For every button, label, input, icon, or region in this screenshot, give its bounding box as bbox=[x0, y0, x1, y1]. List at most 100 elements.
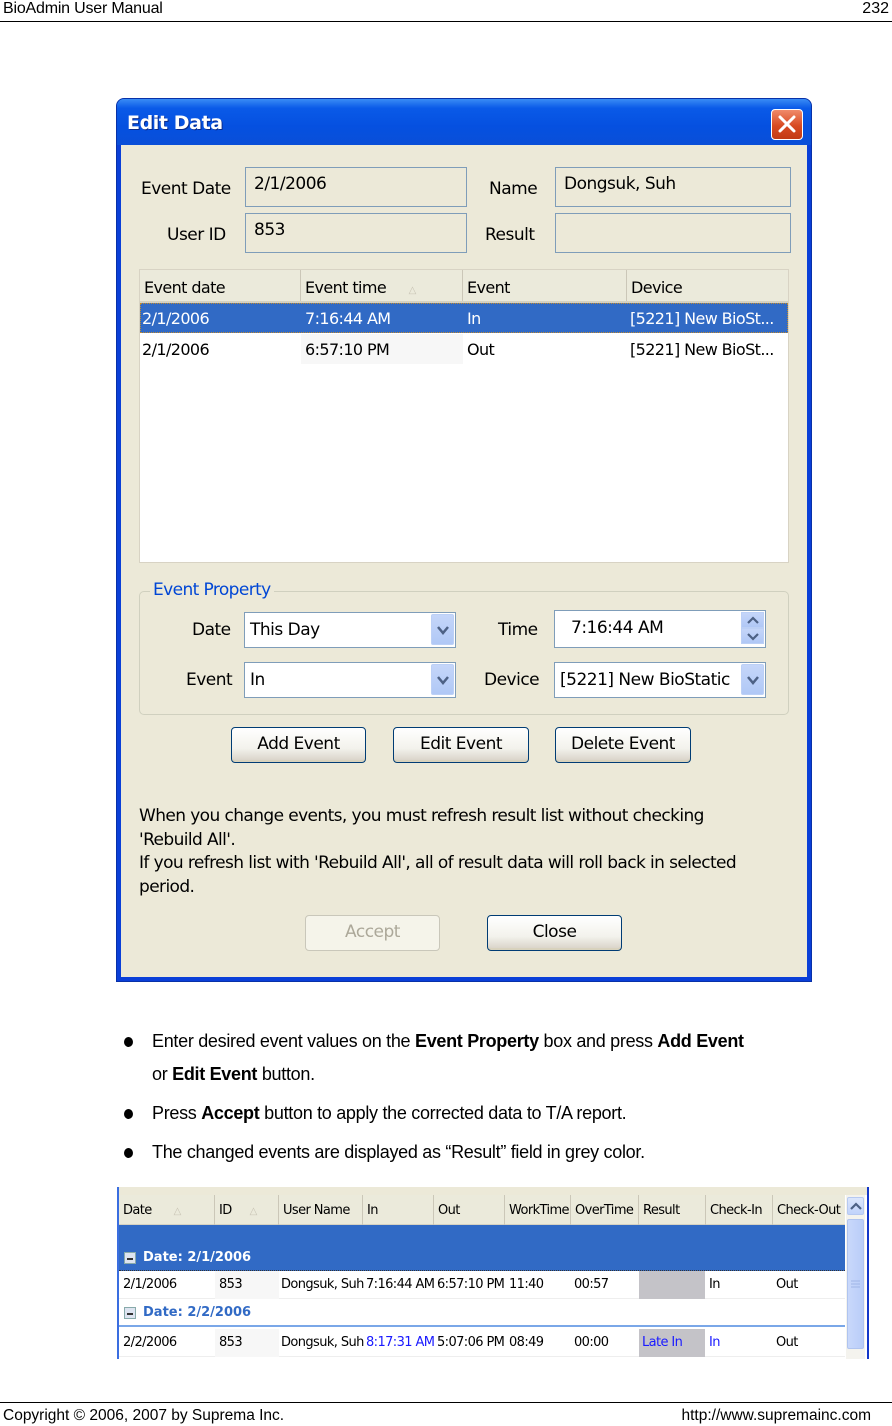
event-label: Event bbox=[186, 670, 233, 690]
result-grid-header: Date △ ID △ User Name In Out WorkTime Over… bbox=[119, 1195, 845, 1225]
event-type-cell: In bbox=[467, 309, 481, 328]
event-type-cell: Out bbox=[467, 340, 495, 359]
date-select[interactable]: This Day bbox=[244, 612, 456, 648]
event-row[interactable]: 2/1/2006 6:57:10 PM Out [5221] New BioSt… bbox=[140, 334, 788, 364]
event-property-legend: Event Property bbox=[150, 580, 274, 600]
event-list-header: Event date Event time △ Event Device bbox=[140, 270, 788, 303]
out-cell: 6:57:10 PM bbox=[437, 1277, 505, 1292]
scroll-up-button[interactable] bbox=[847, 1197, 864, 1215]
website-link[interactable]: http://www.supremainc.com bbox=[681, 1407, 871, 1425]
edit-event-button[interactable]: Edit Event bbox=[393, 727, 529, 763]
scroll-thumb[interactable] bbox=[847, 1219, 864, 1349]
result-cell: Late In bbox=[642, 1335, 683, 1350]
column-header-check-out[interactable]: Check-Out bbox=[773, 1195, 845, 1225]
user-name-cell: Dongsuk, Suh bbox=[281, 1277, 364, 1292]
column-header-out[interactable]: Out bbox=[434, 1195, 505, 1225]
group-label: Date: 2/2/2006 bbox=[143, 1305, 252, 1320]
out-cell: 5:07:06 PM bbox=[437, 1335, 505, 1350]
delete-event-button[interactable]: Delete Event bbox=[555, 727, 691, 763]
column-header-label: Event time bbox=[305, 278, 387, 297]
instruction-text: Enter desired event values on the Event … bbox=[152, 1031, 744, 1084]
event-row[interactable]: 2/1/2006 7:16:44 AM In [5221] New BioSt.… bbox=[140, 303, 788, 333]
column-header-event-date[interactable]: Event date bbox=[140, 270, 301, 301]
grip-icon bbox=[851, 1280, 860, 1288]
column-header-id[interactable]: ID △ bbox=[215, 1195, 279, 1225]
result-label: Result bbox=[485, 225, 535, 245]
time-label: Time bbox=[498, 620, 538, 640]
user-id-field[interactable]: 853 bbox=[245, 213, 467, 253]
sort-ascending-icon: △ bbox=[408, 285, 417, 296]
worktime-cell: 08:49 bbox=[509, 1335, 544, 1350]
event-select[interactable]: In bbox=[244, 662, 456, 698]
close-button[interactable]: Close bbox=[487, 915, 622, 951]
column-header-event[interactable]: Event bbox=[463, 270, 627, 301]
result-field[interactable] bbox=[555, 213, 791, 253]
result-grey-cell bbox=[639, 1271, 705, 1299]
chevron-down-icon bbox=[437, 626, 449, 635]
overtime-cell: 00:00 bbox=[574, 1335, 609, 1350]
bullet-icon bbox=[124, 1037, 133, 1047]
note-line: When you change events, you must refresh… bbox=[139, 806, 704, 826]
time-increment-button[interactable] bbox=[741, 612, 764, 628]
id-cell: 853 bbox=[219, 1277, 243, 1292]
note-line: 'Rebuild All'. bbox=[139, 829, 236, 850]
vertical-scrollbar[interactable] bbox=[846, 1195, 865, 1359]
event-list[interactable]: Event date Event time △ Event Device 2/1… bbox=[139, 269, 789, 563]
instruction-text: The changed events are displayed as “Res… bbox=[152, 1142, 645, 1162]
column-header-overtime[interactable]: OverTime bbox=[571, 1195, 639, 1225]
window-border bbox=[867, 1187, 869, 1359]
name-field[interactable]: Dongsuk, Suh bbox=[555, 167, 791, 207]
chevron-down-icon bbox=[437, 676, 449, 685]
dialog-titlebar[interactable]: Edit Data bbox=[117, 99, 811, 145]
instruction-item: Enter desired event values on the Event … bbox=[124, 1025, 892, 1091]
page-number: 232 bbox=[862, 0, 889, 17]
accept-button[interactable]: Accept bbox=[305, 915, 440, 951]
note-line: period. bbox=[139, 876, 195, 897]
device-label: Device bbox=[484, 670, 540, 690]
time-decrement-button[interactable] bbox=[741, 628, 764, 644]
event-dropdown-button[interactable] bbox=[431, 664, 454, 695]
event-date-field[interactable]: 2/1/2006 bbox=[245, 167, 467, 207]
manual-title: BioAdmin User Manual bbox=[3, 0, 163, 17]
add-event-button[interactable]: Add Event bbox=[231, 727, 366, 763]
column-header-check-in[interactable]: Check-In bbox=[706, 1195, 773, 1225]
event-select-value: In bbox=[250, 670, 265, 690]
user-name-cell: Dongsuk, Suh bbox=[281, 1335, 364, 1350]
page-header: BioAdmin User Manual 232 bbox=[0, 0, 892, 22]
column-header-user-name[interactable]: User Name bbox=[279, 1195, 363, 1225]
device-select[interactable]: [5221] New BioStatic bbox=[554, 662, 766, 698]
table-row[interactable]: 2/2/2006 853 Dongsuk, Suh 8:17:31 AM 5:0… bbox=[119, 1329, 845, 1357]
column-header-event-time[interactable]: Event time △ bbox=[301, 270, 463, 301]
column-header-in[interactable]: In bbox=[363, 1195, 434, 1225]
time-spinner-value: 7:16:44 AM bbox=[571, 618, 664, 638]
close-window-button[interactable] bbox=[771, 109, 803, 140]
page-footer: Copyright © 2006, 2007 by Suprema Inc. h… bbox=[0, 1402, 892, 1426]
instruction-item: Press Accept button to apply the correct… bbox=[124, 1097, 892, 1130]
user-id-label: User ID bbox=[167, 225, 226, 245]
column-header-device[interactable]: Device bbox=[627, 270, 790, 301]
dialog-title: Edit Data bbox=[127, 112, 223, 134]
arrow-up-icon bbox=[747, 616, 759, 624]
column-header-worktime[interactable]: WorkTime bbox=[505, 1195, 571, 1225]
event-device-cell: [5221] New BioSt... bbox=[630, 340, 774, 359]
group-row[interactable]: Date: 2/1/2006 bbox=[119, 1225, 845, 1271]
name-label: Name bbox=[489, 179, 538, 199]
column-header-result[interactable]: Result bbox=[639, 1195, 706, 1225]
collapse-icon[interactable] bbox=[124, 1252, 136, 1264]
date-dropdown-button[interactable] bbox=[431, 614, 454, 645]
column-header-date[interactable]: Date △ bbox=[119, 1195, 215, 1225]
in-cell: 7:16:44 AM bbox=[366, 1277, 435, 1292]
event-date-label: Event Date bbox=[141, 179, 231, 199]
group-row[interactable]: Date: 2/2/2006 bbox=[119, 1299, 845, 1327]
refresh-note: When you change events, you must refresh… bbox=[139, 805, 799, 899]
time-spinner[interactable]: 7:16:44 AM bbox=[554, 610, 766, 648]
group-label: Date: 2/1/2006 bbox=[143, 1250, 252, 1265]
result-grid[interactable]: Date △ ID △ User Name In Out WorkTime Over… bbox=[117, 1187, 869, 1359]
collapse-icon[interactable] bbox=[124, 1307, 136, 1319]
bullet-icon bbox=[124, 1109, 133, 1119]
overtime-cell: 00:57 bbox=[574, 1277, 609, 1292]
event-date-cell: 2/1/2006 bbox=[142, 309, 210, 328]
table-row[interactable]: 2/1/2006 853 Dongsuk, Suh 7:16:44 AM 6:5… bbox=[119, 1271, 845, 1299]
device-dropdown-button[interactable] bbox=[741, 664, 764, 695]
instruction-text: Press Accept button to apply the correct… bbox=[152, 1103, 627, 1123]
